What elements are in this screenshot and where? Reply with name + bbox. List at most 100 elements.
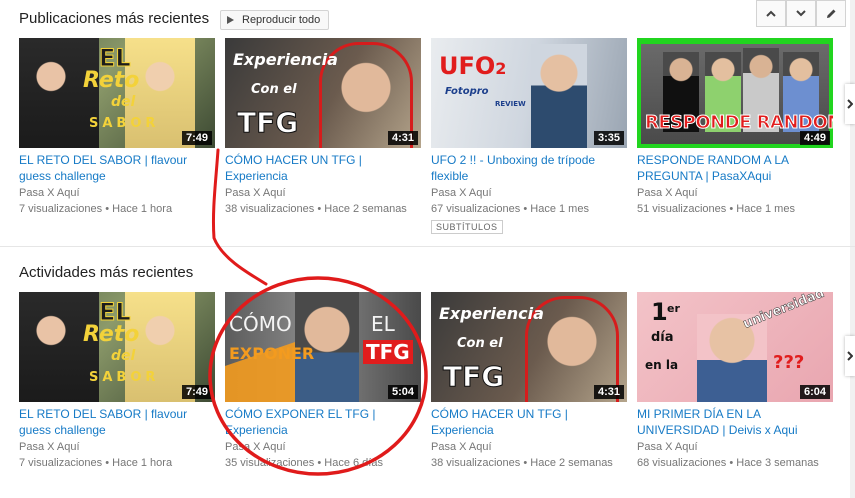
video-card[interactable]: EL Reto del SABOR 7:49 EL RETO DEL SABOR…: [19, 38, 215, 217]
video-thumbnail[interactable]: Experiencia Con el TFG 4:31: [225, 38, 421, 148]
thumbnail-text: EXPONER: [229, 344, 315, 363]
channel-name[interactable]: Pasa X Aquí: [431, 185, 627, 201]
video-thumbnail[interactable]: CÓMO EL EXPONER TFG 5:04: [225, 292, 421, 402]
chevron-down-icon: [796, 10, 806, 17]
video-thumbnail[interactable]: 1 er día en la universidad ??? 6:04: [637, 292, 833, 402]
video-thumbnail[interactable]: Experiencia Con el TFG 4:31: [431, 292, 627, 402]
channel-name[interactable]: Pasa X Aquí: [431, 439, 627, 455]
channel-name[interactable]: Pasa X Aquí: [637, 185, 833, 201]
thumbnail-text: Con el: [457, 336, 503, 351]
recent-activity-section: Actividades más recientes EL Reto del SA…: [0, 247, 850, 498]
upload-age: Hace 2 semanas: [324, 203, 407, 215]
upload-age: Hace 6 días: [324, 457, 383, 469]
video-card[interactable]: Experiencia Con el TFG 4:31 CÓMO HACER U…: [225, 38, 421, 217]
video-meta: 35 visualizaciones • Hace 6 días: [225, 455, 421, 471]
channel-name[interactable]: Pasa X Aquí: [19, 439, 215, 455]
view-count: 35 visualizaciones: [225, 457, 315, 469]
thumbnail-text: RESPONDE RANDOM: [645, 112, 833, 134]
channel-name[interactable]: Pasa X Aquí: [637, 439, 833, 455]
thumbnail-text: Experiencia: [439, 304, 544, 323]
duration-badge: 6:04: [799, 385, 830, 399]
video-title[interactable]: CÓMO HACER UN TFG | Experiencia: [225, 152, 421, 184]
thumbnail-text: Fotopro: [445, 86, 489, 97]
video-title[interactable]: CÓMO HACER UN TFG | Experiencia: [431, 406, 627, 438]
video-thumbnail[interactable]: UFO2 Fotopro REVIEW 3:35: [431, 38, 627, 148]
view-count: 38 visualizaciones: [431, 457, 521, 469]
video-thumbnail[interactable]: EL Reto del SABOR 7:49: [19, 38, 215, 148]
upload-age: Hace 2 semanas: [530, 457, 613, 469]
upload-age: Hace 1 hora: [112, 457, 173, 469]
channel-home-panel: Publicaciones más recientes Reproducir t…: [0, 0, 855, 498]
meta-separator: •: [105, 457, 110, 469]
section-title-activity[interactable]: Actividades más recientes: [19, 264, 193, 281]
next-shelf-button[interactable]: [845, 84, 855, 124]
video-meta: 38 visualizaciones • Hace 2 semanas: [431, 455, 627, 471]
thumbnail-text: TFG: [442, 360, 505, 394]
next-shelf-button[interactable]: [845, 336, 855, 376]
video-card[interactable]: UFO2 Fotopro REVIEW 3:35 UFO 2 !! - Unbo…: [431, 38, 627, 235]
view-count: 38 visualizaciones: [225, 203, 315, 215]
thumbnail-text: universidad: [741, 292, 827, 332]
pencil-icon: [827, 9, 836, 18]
view-count: 68 visualizaciones: [637, 457, 727, 469]
channel-name[interactable]: Pasa X Aquí: [19, 185, 215, 201]
video-title[interactable]: UFO 2 !! - Unboxing de trípode flexible: [431, 152, 627, 184]
video-meta: 7 visualizaciones • Hace 1 hora: [19, 455, 215, 471]
video-card[interactable]: RESPONDE RANDOM 4:49 RESPONDE RANDOM A L…: [637, 38, 833, 217]
chevron-right-icon: [847, 99, 853, 109]
video-card[interactable]: CÓMO EL EXPONER TFG 5:04 CÓMO EXPONER EL…: [225, 292, 421, 471]
thumbnail-text: UFO: [439, 52, 496, 80]
thumbnail-text: SABOR: [89, 116, 160, 131]
view-count: 7 visualizaciones: [19, 457, 103, 469]
duration-badge: 4:31: [593, 385, 624, 399]
duration-badge: 4:31: [387, 131, 418, 145]
channel-name[interactable]: Pasa X Aquí: [225, 185, 421, 201]
thumbnail-text: SABOR: [89, 370, 160, 385]
thumbnail-text: Reto: [83, 322, 140, 347]
duration-badge: 3:35: [593, 131, 624, 145]
video-title[interactable]: EL RETO DEL SABOR | flavour guess challe…: [19, 152, 215, 184]
meta-separator: •: [729, 457, 734, 469]
view-count: 67 visualizaciones: [431, 203, 521, 215]
thumbnail-text: er: [667, 302, 680, 315]
move-up-button[interactable]: [756, 0, 786, 27]
video-card[interactable]: EL Reto del SABOR 7:49 EL RETO DEL SABOR…: [19, 292, 215, 471]
video-title[interactable]: RESPONDE RANDOM A LA PREGUNTA | PasaXAqu…: [637, 152, 833, 184]
thumbnail-text: Experiencia: [233, 50, 338, 69]
upload-age: Hace 1 mes: [530, 203, 589, 215]
thumbnail-text: Reto: [83, 68, 140, 93]
video-thumbnail[interactable]: EL Reto del SABOR 7:49: [19, 292, 215, 402]
thumbnail-text: EL: [371, 312, 395, 336]
section-title-uploads[interactable]: Publicaciones más recientes: [19, 10, 209, 27]
video-thumbnail[interactable]: RESPONDE RANDOM 4:49: [637, 38, 833, 148]
view-count: 7 visualizaciones: [19, 203, 103, 215]
video-card[interactable]: 1 er día en la universidad ??? 6:04 MI P…: [637, 292, 833, 471]
thumbnail-text: en la: [645, 358, 679, 372]
video-title[interactable]: CÓMO EXPONER EL TFG | Experiencia: [225, 406, 421, 438]
move-down-button[interactable]: [786, 0, 816, 27]
video-card[interactable]: Experiencia Con el TFG 4:31 CÓMO HACER U…: [431, 292, 627, 471]
thumbnail-text: Con el: [251, 82, 297, 97]
meta-separator: •: [729, 203, 734, 215]
video-title[interactable]: MI PRIMER DÍA EN LA UNIVERSIDAD | Deivis…: [637, 406, 833, 438]
meta-separator: •: [523, 457, 528, 469]
edit-section-button[interactable]: [816, 0, 846, 27]
thumbnail-text: 1: [651, 298, 668, 326]
thumbnail-text: TFG: [236, 106, 299, 140]
subtitles-badge: SUBTÍTULOS: [431, 220, 503, 234]
thumbnail-text: ???: [773, 352, 805, 373]
meta-separator: •: [317, 457, 322, 469]
meta-separator: •: [523, 203, 528, 215]
thumbnail-text: 2: [495, 59, 507, 78]
duration-badge: 7:49: [181, 385, 212, 399]
duration-badge: 4:49: [799, 131, 830, 145]
thumbnail-text: UFO2: [439, 52, 506, 80]
channel-name[interactable]: Pasa X Aquí: [225, 439, 421, 455]
play-all-button[interactable]: Reproducir todo: [220, 10, 330, 30]
upload-age: Hace 1 hora: [112, 203, 173, 215]
play-icon: [227, 16, 234, 24]
play-all-label: Reproducir todo: [242, 14, 321, 26]
view-count: 51 visualizaciones: [637, 203, 727, 215]
thumbnail-text: TFG: [363, 340, 413, 364]
video-title[interactable]: EL RETO DEL SABOR | flavour guess challe…: [19, 406, 215, 438]
